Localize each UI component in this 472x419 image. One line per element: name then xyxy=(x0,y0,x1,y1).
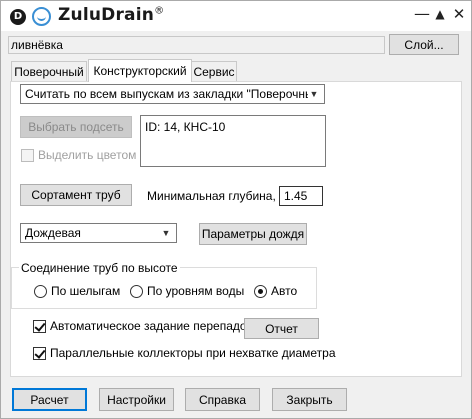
zulu-drain-window: D ZuluDrain® — ▲ ✕ ливнёвка Слой... Пове… xyxy=(0,0,472,419)
radio-by-water-level-circle[interactable] xyxy=(130,284,143,298)
chevron-down-icon: ▼ xyxy=(309,89,319,99)
tab-design[interactable]: Конструкторский xyxy=(88,59,192,82)
calc-mode-value: Считать по всем выпускам из закладки "По… xyxy=(25,87,308,101)
title-bar: D ZuluDrain® — ▲ ✕ xyxy=(1,1,471,31)
highlight-color-checkbox[interactable]: Выделить цветом xyxy=(21,148,136,162)
smile-logo-icon xyxy=(32,7,51,26)
close-icon[interactable]: ✕ xyxy=(448,3,470,25)
parallel-collectors-box[interactable] xyxy=(33,346,46,360)
radio-by-crown[interactable]: По шелыгам xyxy=(34,284,120,298)
parallel-collectors-checkbox[interactable]: Параллельные коллекторы при нехватке диа… xyxy=(33,346,336,360)
layer-button[interactable]: Слой... xyxy=(389,34,459,55)
pipe-connection-title: Соединение труб по высоте xyxy=(19,261,180,275)
auto-drops-box[interactable] xyxy=(33,319,46,333)
parallel-collectors-label: Параллельные коллекторы при нехватке диа… xyxy=(50,346,336,360)
selection-info-textbox[interactable]: ID: 14, КНС-10 xyxy=(140,115,326,167)
close-button[interactable]: Закрыть xyxy=(272,388,347,411)
radio-by-crown-circle[interactable] xyxy=(34,284,47,298)
radio-by-water-level[interactable]: По уровням воды xyxy=(130,284,244,298)
pipe-assortment-button[interactable]: Сортамент труб xyxy=(20,184,132,206)
report-button[interactable]: Отчет xyxy=(244,318,319,339)
calc-mode-select[interactable]: Считать по всем выпускам из закладки "По… xyxy=(20,84,325,104)
radio-by-water-level-label: По уровням воды xyxy=(147,284,245,298)
select-subnet-button[interactable]: Выбрать подсеть xyxy=(20,116,132,138)
min-depth-field[interactable]: 1.45 xyxy=(279,186,323,206)
zulu-d-logo-icon: D xyxy=(10,9,26,25)
water-type-select[interactable]: Дождевая ▼ xyxy=(20,223,177,243)
highlight-color-box[interactable] xyxy=(21,148,34,162)
chevron-down-icon: ▼ xyxy=(161,228,171,238)
layer-name-field[interactable]: ливнёвка xyxy=(8,36,385,54)
registered-mark: ® xyxy=(154,5,165,17)
rain-params-button[interactable]: Параметры дождя xyxy=(199,223,307,245)
auto-drops-label: Автоматическое задание перепадов xyxy=(50,319,253,333)
help-button[interactable]: Справка xyxy=(185,388,260,411)
radio-auto-label: Авто xyxy=(271,284,298,298)
radio-auto[interactable]: Авто xyxy=(254,284,297,298)
tab-service[interactable]: Сервис xyxy=(191,61,237,81)
calc-button[interactable]: Расчет xyxy=(12,388,87,411)
app-title: ZuluDrain® xyxy=(58,5,164,25)
radio-by-crown-label: По шелыгам xyxy=(51,284,121,298)
tab-verification[interactable]: Поверочный xyxy=(11,61,87,81)
min-depth-label: Минимальная глубина, м: xyxy=(147,189,291,203)
radio-auto-circle[interactable] xyxy=(254,284,267,298)
settings-button[interactable]: Настройки xyxy=(99,388,174,411)
app-name: ZuluDrain xyxy=(58,5,155,25)
water-type-value: Дождевая xyxy=(25,226,81,240)
highlight-color-label: Выделить цветом xyxy=(38,148,137,162)
auto-drops-checkbox[interactable]: Автоматическое задание перепадов xyxy=(33,319,253,333)
